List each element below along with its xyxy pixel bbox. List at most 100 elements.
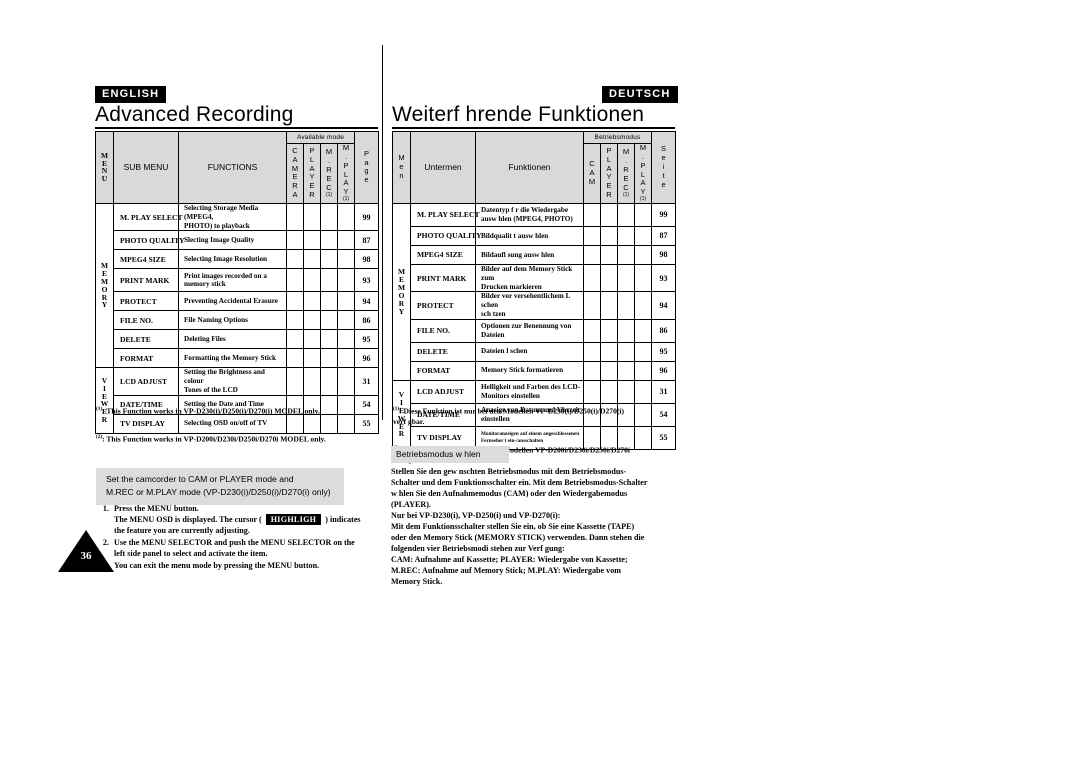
mode-cell [617,341,635,362]
row-function: Bildaufl sung ausw hlen [475,244,584,265]
table-row: FILE NO. File Naming Options 86 [96,310,380,331]
mode-cell [303,329,321,350]
table-row: M E M O R Y M. PLAY SELECT Datentyp f r die Wie… [392,202,677,381]
table-row: PHOTO QUALITY Slecting Image Quality 87 [96,230,380,251]
row-page: 86 [354,310,380,331]
table-row: PRINT MARK Bilder auf dem Memory Stick zu… [393,263,677,293]
row-function: Print images recorded on a memory stick [178,268,287,293]
table-row: FORMAT Memory Stick formatieren 96 [393,360,677,381]
row-function: Preventing Accidental Erasure [178,291,287,312]
mode-cell [303,310,321,331]
mode-cell [633,291,653,320]
row-submenu: FORMAT [410,360,476,381]
mode-cell [617,202,635,227]
step-text: Use the MENU SELECTOR and push the MENU … [114,538,355,558]
row-submenu: DELETE [410,341,476,362]
mode-cell [303,291,321,312]
mode-cell [617,318,635,343]
table-row: MPEG4 SIZE Selecting Image Resolution 98 [96,249,380,270]
table-row: FORMAT Formatting the Memory Stick 96 [96,348,380,369]
footnote-2-english: (2): This Function works in VP-D200i/D23… [96,424,381,445]
row-page: 99 [354,202,380,232]
vchar: Y [101,300,108,310]
row-page: 99 [651,202,677,227]
vchar: e [661,179,666,189]
step-item: 1. Press the MENU button. The MENU OSD i… [96,503,381,536]
mode-cell [320,268,338,293]
row-function: File Naming Options [178,310,287,331]
mode-cell [320,291,338,312]
table-header-available-german: Men Untermen Funktionen Betriebsmodus Se… [392,131,677,204]
title-rule-german [392,127,675,129]
mode-cell [336,268,356,293]
mode-cell [583,291,601,320]
row-submenu: FORMAT [113,348,179,369]
mode-cell [600,244,618,265]
mode-cell [600,202,618,227]
row-function: Slecting Image Quality [178,230,287,251]
footnote-1-english: (1): This Function works in VP-D230(i)/D… [96,396,381,417]
mode-cell [600,263,618,293]
row-page: 95 [354,329,380,350]
table-row: PROTECT Bilder vor versehentlichem L sche… [393,291,677,320]
header-camera-german: CAM [583,143,601,204]
mode-cell [303,230,321,251]
highlight-badge: HIGHLIGH [265,514,322,525]
header-functions-english: FUNCTIONS [178,131,287,204]
mode-cell [303,367,321,396]
mode-cell [617,225,635,246]
mode-cell [286,268,304,293]
row-function: Setting the Brightness and colour Tones … [178,367,287,396]
page-title-german: Weiterf hrende Funktionen [392,103,645,126]
mplay-footnote-marker: (1) [342,196,350,203]
row-function: Deleting Files [178,329,287,350]
mode-cell [583,360,601,381]
menu-table-english: MENU SUB MENU FUNCTIONS Available mode P… [95,131,380,434]
mode-cell [633,263,653,293]
step-item: 2. Use the MENU SELECTOR and push the ME… [96,537,381,559]
row-submenu: PHOTO QUALITY [410,225,482,246]
mode-cell [320,230,338,251]
mode-cell [286,310,304,331]
table-row: FILE NO. Optionen zur Benennung von Datei… [393,318,677,343]
language-tag-german: DEUTSCH [602,86,678,103]
header-page-german: Seite [651,131,677,204]
table-row: DELETE Dateien l schen 95 [393,341,677,362]
vchar: e [364,175,369,185]
row-page: 93 [354,268,380,293]
mode-cell [633,318,653,343]
mode-cell [320,367,338,396]
table-row: PRINT MARK Print images recorded on a mem… [96,268,380,293]
mode-cell [633,244,653,265]
mode-cell [600,291,618,320]
mrec-footnote-marker: (1) [622,191,630,198]
header-mrec-english: M. R E C (1) [320,143,338,204]
mode-cell [336,202,356,232]
header-available-mode-german: Betriebsmodus [582,131,653,144]
mode-cell [336,329,356,350]
header-menu-english: MENU [95,131,114,204]
group-label-memory: MEMORY [95,202,114,369]
row-page: 31 [354,367,380,396]
header-page-english: Page [354,131,380,204]
row-submenu: DELETE [113,329,179,350]
mode-cell [633,341,653,362]
header-mplay-german: M. P L A Y (1) [633,143,653,204]
row-page: 96 [354,348,380,369]
step-text: Press the MENU button. The MENU OSD is d… [114,503,381,536]
mode-cell [583,244,601,265]
mode-cell [320,310,338,331]
row-function: Datentyp f r die Wiedergabe ausw hlen (M… [475,202,584,227]
mode-cell [617,263,635,293]
footnote-text: : This Function works in VP-D200i/D230i/… [102,434,326,444]
vchar: n [399,170,404,180]
grey-note-english: Set the camcorder to CAM or PLAYER mode … [96,468,344,505]
column-divider [382,45,383,420]
table-row: V I E W E R LCD ADJUST Setting the Brightness a… [95,367,380,434]
language-tag-english: ENGLISH [95,86,167,103]
row-page: 94 [354,291,380,312]
footnotes-english: (1): This Function works in VP-D230(i)/D… [96,396,381,452]
mode-cell [320,329,338,350]
row-submenu: MPEG4 SIZE [410,244,476,265]
header-mplay-english: M. P L A Y (1) [336,143,356,204]
